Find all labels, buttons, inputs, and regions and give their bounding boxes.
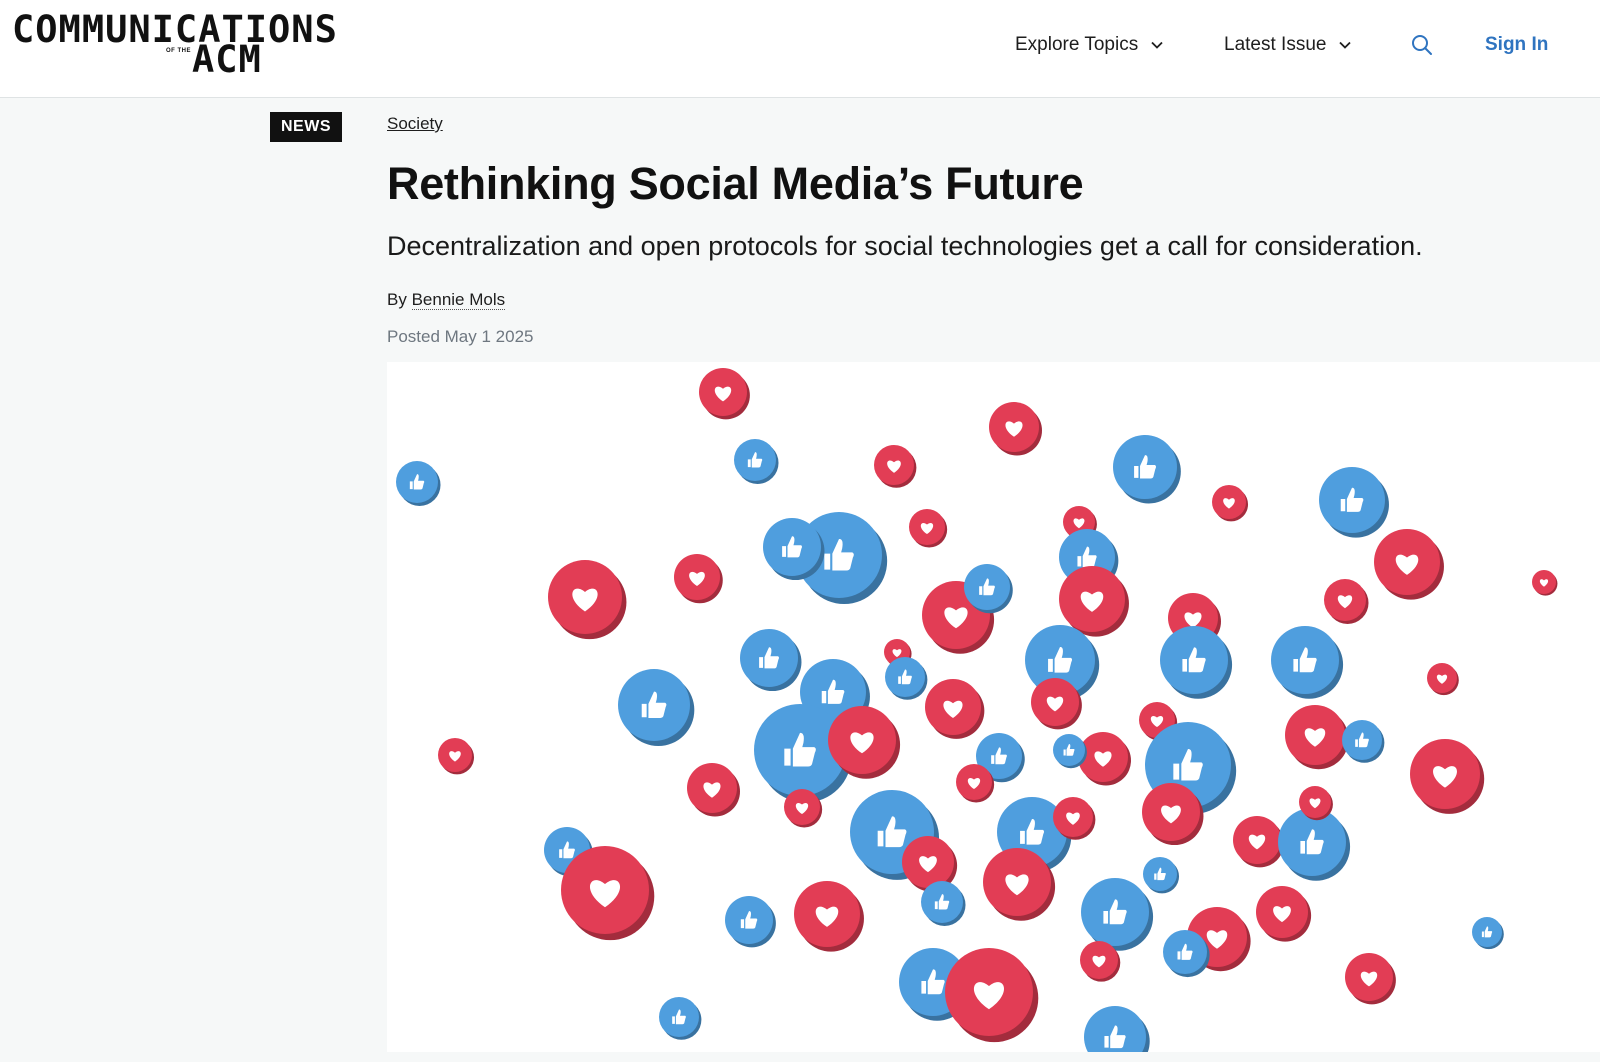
- heart-icon: [989, 402, 1042, 456]
- heart-icon: [1374, 529, 1444, 600]
- thumbs-up-icon: [1342, 720, 1385, 763]
- news-badge: NEWS: [270, 112, 342, 142]
- thumbs-up-icon: [1084, 1006, 1150, 1052]
- heart-icon: [874, 445, 917, 488]
- thumbs-up-icon: [1053, 734, 1087, 769]
- heart-icon: [1256, 886, 1312, 942]
- thumbs-up-icon: [921, 881, 966, 926]
- heart-icon: [1427, 663, 1459, 696]
- logo-communications: COMMUNICATIONS: [12, 8, 338, 51]
- heart-icon: [687, 763, 740, 817]
- author-link[interactable]: Bennie Mols: [411, 290, 506, 310]
- nav-explore-topics[interactable]: Explore Topics: [1015, 30, 1164, 60]
- thumbs-up-icon: [396, 461, 441, 506]
- thumbs-up-icon: [1143, 857, 1180, 894]
- heart-icon: [909, 509, 948, 548]
- thumbs-up-icon: [1319, 467, 1389, 538]
- heart-icon: [1324, 579, 1369, 624]
- thumbs-up-icon: [734, 439, 779, 484]
- heart-icon: [1233, 816, 1284, 868]
- nav-latest-issue[interactable]: Latest Issue: [1224, 30, 1352, 60]
- heart-icon: [1410, 739, 1485, 814]
- heart-icon: [1212, 485, 1249, 522]
- thumbs-up-icon: [725, 896, 776, 948]
- hero-illustration: [396, 368, 1558, 1052]
- nav-latest-issue-label: Latest Issue: [1224, 34, 1327, 55]
- chevron-down-icon: [1151, 41, 1163, 49]
- heart-icon: [548, 560, 627, 640]
- thumbs-up-icon: [1160, 626, 1233, 699]
- search-icon[interactable]: [1410, 33, 1434, 57]
- heart-icon: [699, 368, 750, 420]
- thumbs-up-icon: [618, 669, 695, 747]
- posted-date: Posted May 1 2025: [387, 327, 534, 346]
- heart-icon: [1345, 953, 1396, 1005]
- heart-icon: [1078, 732, 1131, 786]
- heart-icon: [1532, 570, 1558, 596]
- heart-icon: [1059, 566, 1129, 637]
- sign-in-button[interactable]: Sign In: [1485, 30, 1548, 60]
- logo-of-the: OF THE: [166, 48, 191, 54]
- logo-acm: ACM: [192, 38, 262, 81]
- byline: By Bennie Mols: [387, 290, 506, 310]
- heart-icon: [945, 948, 1039, 1043]
- article-subtitle: Decentralization and open protocols for …: [387, 231, 1423, 261]
- thumbs-up-icon: [885, 657, 928, 700]
- thumbs-up-icon: [740, 629, 802, 692]
- thumbs-up-icon: [1113, 435, 1181, 504]
- thumbs-up-icon: [1472, 917, 1504, 950]
- chevron-down-icon: [1339, 41, 1352, 49]
- nav-explore-topics-label: Explore Topics: [1015, 34, 1139, 55]
- heart-icon: [561, 846, 655, 941]
- heart-icon: [794, 881, 864, 952]
- site-header: COMMUNICATIONS OF THE ACM Explore Topics…: [0, 0, 1600, 98]
- thumbs-up-icon: [1271, 626, 1344, 699]
- heart-icon: [674, 554, 723, 604]
- byline-prefix: By: [387, 290, 407, 309]
- heart-icon: [1285, 705, 1349, 770]
- article-title: Rethinking Social Media’s Future: [387, 158, 1084, 209]
- category-link[interactable]: Society: [387, 114, 443, 134]
- thumbs-up-icon: [659, 997, 702, 1040]
- site-logo[interactable]: COMMUNICATIONS OF THE ACM: [12, 8, 392, 81]
- heart-icon: [925, 679, 985, 739]
- thumbs-up-icon: [1081, 878, 1154, 951]
- heart-icon: [438, 738, 475, 775]
- hero-image: [387, 362, 1600, 1052]
